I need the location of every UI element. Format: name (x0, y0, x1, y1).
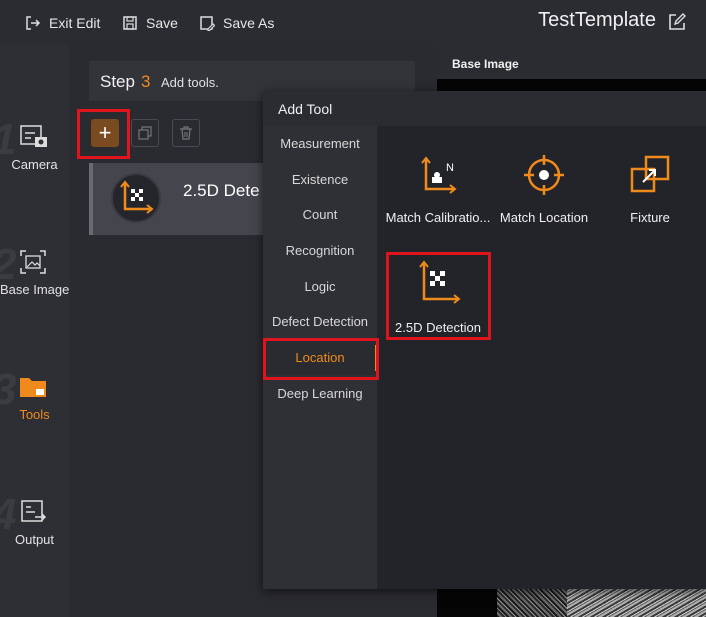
save-as-label: Save As (223, 15, 275, 31)
copy-tool-button[interactable] (131, 119, 159, 147)
tool-fixture[interactable]: Fixture (595, 153, 705, 233)
category-defect-detection[interactable]: Defect Detection (263, 305, 377, 339)
2-5d-detection-icon (111, 173, 161, 223)
fixture-icon (630, 155, 670, 193)
tool-label: Fixture (630, 210, 670, 225)
rail-item-base-image[interactable]: 2 Base Image (0, 240, 69, 320)
step-description: Add tools. (161, 75, 219, 90)
category-measurement[interactable]: Measurement (263, 127, 377, 161)
category-existence[interactable]: Existence (263, 163, 377, 197)
camera-icon (20, 125, 47, 147)
save-button[interactable]: Save (122, 12, 178, 34)
base-image-header: Base Image (437, 45, 706, 79)
rail-item-label: Output (14, 532, 55, 547)
category-recognition[interactable]: Recognition (263, 234, 377, 268)
folder-icon (20, 378, 46, 397)
exit-icon (26, 16, 41, 30)
delete-tool-button[interactable] (172, 119, 200, 147)
rail-item-label: Camera (11, 157, 58, 172)
tool-card-2-5d-detection[interactable]: 2.5D Dete (89, 163, 289, 235)
match-calibration-icon: N (421, 156, 457, 194)
category-location[interactable]: Location (263, 341, 377, 375)
add-tool-dialog: Add Tool Measurement Existence Count Rec… (263, 91, 706, 589)
tool-match-calibration[interactable]: N Match Calibratio... (383, 153, 493, 233)
tool-label: Match Calibratio... (385, 210, 491, 225)
base-image-icon (20, 250, 46, 274)
plus-icon: + (98, 120, 112, 145)
save-as-icon (200, 16, 215, 31)
copy-icon (138, 126, 152, 140)
save-label: Save (146, 15, 178, 31)
tool-card-name: 2.5D Dete (183, 181, 260, 200)
2-5d-detection-icon (419, 260, 461, 304)
rail-item-label: Tools (19, 407, 50, 422)
dialog-header: Add Tool (263, 91, 706, 126)
add-tool-button[interactable]: + (91, 119, 119, 147)
edit-icon[interactable] (668, 13, 686, 31)
rail-item-camera[interactable]: 1 Camera (0, 115, 69, 195)
template-title: TestTemplate (538, 9, 656, 31)
step-number: 3 (141, 72, 151, 91)
left-step-rail: 1 Camera 2 Base Image 3 Tools 4 (0, 45, 69, 617)
tool-match-location[interactable]: Match Location (489, 153, 599, 233)
dialog-title: Add Tool (278, 101, 333, 117)
trash-icon (180, 126, 192, 140)
save-as-button[interactable]: Save As (199, 12, 274, 34)
output-icon (21, 500, 47, 522)
category-list: Measurement Existence Count Recognition … (263, 126, 377, 589)
tool-label: 2.5D Detection (395, 320, 481, 335)
svg-text:N: N (446, 162, 454, 174)
rail-item-output[interactable]: 4 Output (0, 490, 69, 570)
save-icon (123, 16, 137, 30)
category-count[interactable]: Count (263, 198, 377, 232)
base-image-title: Base Image (452, 57, 519, 71)
match-location-icon (524, 155, 564, 195)
rail-item-tools[interactable]: 3 Tools (0, 365, 69, 445)
tool-2-5d-detection[interactable]: 2.5D Detection (383, 259, 493, 339)
tool-label: Match Location (499, 210, 589, 225)
step-word: Step (100, 72, 135, 91)
exit-edit-button[interactable]: Exit Edit (25, 12, 100, 34)
rail-item-label: Base Image (0, 282, 70, 297)
category-deep-learning[interactable]: Deep Learning (263, 377, 377, 411)
top-toolbar: Exit Edit Save Save As TestTemplate (0, 0, 706, 45)
category-logic[interactable]: Logic (263, 270, 377, 304)
exit-edit-label: Exit Edit (49, 15, 101, 31)
